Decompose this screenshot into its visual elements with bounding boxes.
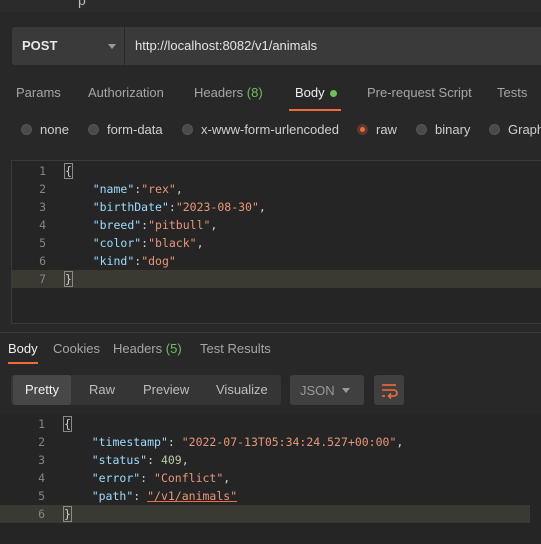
view-visualize-button[interactable]: Visualize bbox=[204, 375, 280, 405]
radio-form-data[interactable]: form-data bbox=[88, 122, 163, 137]
code-line: 5 "path": "/v1/animals" bbox=[38, 489, 238, 503]
title-fragment: p bbox=[78, 0, 86, 8]
code-line: 3 "status": 409, bbox=[38, 453, 189, 467]
code-line: 1 { bbox=[39, 163, 73, 179]
view-preview-button[interactable]: Preview bbox=[131, 375, 201, 405]
window-title-strip: p bbox=[0, 0, 541, 12]
code-line: 4 "error": "Conflict", bbox=[38, 471, 231, 485]
code-line: 6 "kind":"dog" bbox=[39, 254, 176, 268]
response-body-viewer[interactable]: 1 { 2 "timestamp": "2022-07-13T05:34:24.… bbox=[0, 414, 541, 544]
section-divider bbox=[0, 332, 541, 333]
path-link[interactable]: "/v1/animals" bbox=[147, 489, 237, 503]
url-input[interactable]: http://localhost:8082/v1/animals bbox=[125, 27, 541, 65]
active-tab-underline bbox=[289, 109, 341, 111]
chevron-down-icon bbox=[342, 388, 350, 393]
view-pretty-button[interactable]: Pretty bbox=[13, 375, 71, 405]
request-body-editor[interactable]: 1 { 2 "name":"rex", 3 "birthDate":"2023-… bbox=[11, 160, 541, 324]
wrap-lines-icon bbox=[382, 384, 398, 400]
method-dropdown[interactable]: POST bbox=[12, 27, 124, 65]
view-raw-button[interactable]: Raw bbox=[77, 375, 127, 405]
active-response-tab-underline bbox=[8, 362, 38, 364]
tab-body[interactable]: Body bbox=[295, 85, 337, 100]
wrap-lines-button[interactable] bbox=[374, 375, 404, 405]
tab-authorization[interactable]: Authorization bbox=[88, 85, 164, 100]
tab-params[interactable]: Params bbox=[16, 85, 61, 100]
code-line: 4 "breed":"pitbull", bbox=[39, 218, 218, 232]
response-headers-count: (5) bbox=[165, 341, 182, 356]
body-indicator-dot bbox=[329, 90, 337, 98]
response-tab-body[interactable]: Body bbox=[8, 341, 38, 356]
chevron-down-icon bbox=[108, 44, 116, 49]
radio-raw[interactable]: raw bbox=[357, 122, 397, 137]
view-mode-bar: Pretty Raw Preview Visualize bbox=[11, 375, 281, 405]
url-text: http://localhost:8082/v1/animals bbox=[135, 38, 318, 53]
radio-binary[interactable]: binary bbox=[416, 122, 470, 137]
radio-graphql[interactable]: Graph bbox=[489, 122, 541, 137]
response-tab-test-results[interactable]: Test Results bbox=[200, 341, 271, 356]
response-tab-headers[interactable]: Headers (5) bbox=[113, 341, 182, 356]
code-line: 5 "color":"black", bbox=[39, 236, 204, 250]
response-tab-cookies[interactable]: Cookies bbox=[53, 341, 100, 356]
code-line: 2 "timestamp": "2022-07-13T05:34:24.527+… bbox=[38, 435, 404, 449]
tab-pre-request-script[interactable]: Pre-request Script bbox=[367, 85, 472, 100]
format-dropdown[interactable]: JSON bbox=[290, 375, 364, 405]
code-line: 2 "name":"rex", bbox=[39, 182, 183, 196]
tab-tests[interactable]: Tests bbox=[497, 85, 527, 100]
code-line-active: 6 } bbox=[0, 505, 530, 523]
tab-headers[interactable]: Headers (8) bbox=[194, 85, 263, 100]
headers-count: (8) bbox=[246, 85, 263, 100]
code-line-active: 7 } bbox=[12, 270, 541, 288]
radio-none[interactable]: none bbox=[21, 122, 69, 137]
format-label: JSON bbox=[300, 383, 335, 398]
radio-x-www-form-urlencoded[interactable]: x-www-form-urlencoded bbox=[182, 122, 339, 137]
code-line: 1 { bbox=[38, 416, 72, 432]
code-line: 3 "birthDate":"2023-08-30", bbox=[39, 200, 266, 214]
method-label: POST bbox=[22, 38, 58, 53]
